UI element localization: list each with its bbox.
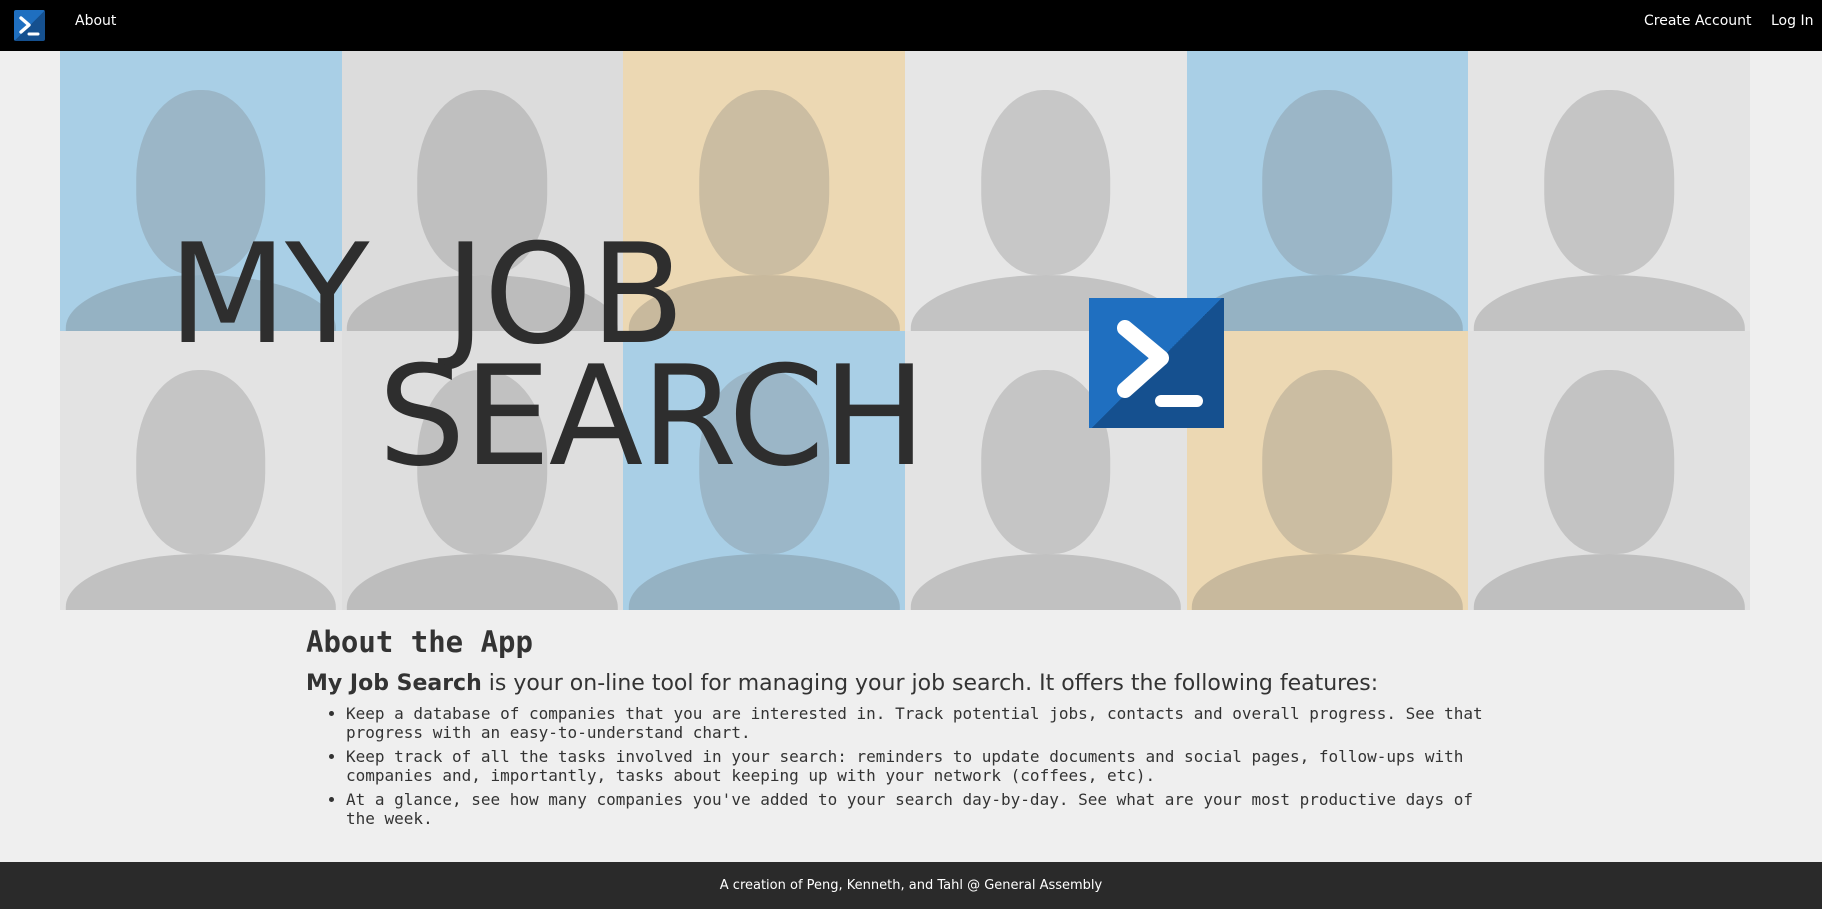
hero-title-search: SEARCH <box>378 336 926 497</box>
portrait-tile <box>1468 330 1750 610</box>
portrait-face <box>981 90 1111 275</box>
about-title: About the App <box>306 625 533 659</box>
portrait-tile <box>1186 330 1469 610</box>
portrait-face <box>699 90 829 275</box>
app-name: My Job Search <box>306 671 482 696</box>
feature-item-tasks: Keep track of all the tasks involved in … <box>346 747 1486 785</box>
feature-item-companies: Keep a database of companies that you ar… <box>346 704 1486 742</box>
portrait-tile <box>904 51 1187 331</box>
portrait-shoulders <box>347 554 618 610</box>
nav-create-account-link[interactable]: Create Account <box>1644 13 1752 29</box>
top-navbar: About Create Account Log In <box>0 0 1822 51</box>
portrait-shoulders <box>1473 274 1745 331</box>
portrait-tile <box>1186 51 1469 331</box>
portrait-shoulders <box>1473 554 1745 610</box>
features-list: Keep a database of companies that you ar… <box>306 704 1486 828</box>
portrait-face <box>1544 369 1674 555</box>
portrait-tile <box>1468 51 1750 331</box>
feature-item-glance: At a glance, see how many companies you'… <box>346 790 1486 828</box>
portrait-face <box>1262 369 1393 555</box>
portrait-face <box>1262 90 1393 275</box>
nav-login-link[interactable]: Log In <box>1771 13 1813 29</box>
portrait-face <box>136 369 266 555</box>
nav-about-link[interactable]: About <box>75 13 116 29</box>
portrait-face <box>1544 90 1674 275</box>
portrait-shoulders <box>1192 554 1463 610</box>
terminal-prompt-logo-icon <box>1089 298 1224 428</box>
portrait-shoulders <box>1192 274 1463 331</box>
intro-text: is your on-line tool for managing your j… <box>481 671 1379 696</box>
portrait-shoulders <box>628 554 900 610</box>
portrait-shoulders <box>65 554 337 610</box>
about-intro: My Job Search is your on-line tool for m… <box>306 671 1486 696</box>
portrait-shoulders <box>910 554 1182 610</box>
hero-title-my: MY <box>168 214 369 375</box>
about-section: About the App My Job Search is your on-l… <box>306 625 1486 833</box>
footer: A creation of Peng, Kenneth, and Tahl @ … <box>0 862 1822 909</box>
terminal-prompt-icon[interactable] <box>14 10 45 41</box>
